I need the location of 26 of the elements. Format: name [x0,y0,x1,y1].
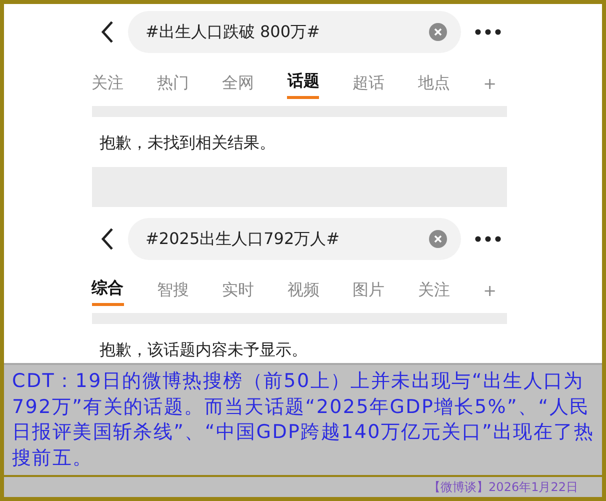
empty-message: 抱歉，未找到相关结果。 [98,132,276,154]
source-text: 【微博谈】2026年1月22日 [428,478,578,496]
empty-message: 抱歉，该话题内容未予显示。 [98,339,308,361]
more-icon[interactable] [474,236,500,242]
clear-icon[interactable] [428,23,446,41]
back-icon[interactable] [100,20,114,44]
tab[interactable]: 关注 [92,68,124,98]
tab[interactable]: 关注 [418,276,450,304]
tab[interactable]: 超话 [352,68,385,98]
tab[interactable]: 热门 [156,68,189,98]
more-icon[interactable] [474,29,500,35]
search-field[interactable]: #2025出生人口792万人# [128,218,460,260]
tab[interactable]: 地点 [418,68,450,98]
tab[interactable]: 图片 [352,276,385,304]
tab[interactable]: + [483,276,496,304]
tab[interactable]: 视频 [287,276,320,304]
search-field[interactable]: #出生人口跌破 800万# [128,11,460,53]
clear-icon[interactable] [428,230,446,248]
tab[interactable]: 实时 [222,276,254,304]
tab[interactable]: 智搜 [156,276,189,304]
caption-text: CDT：19日的微博热搜榜（前50上）上并未出现与“出生人口为792万”有关的话题。而当天话题“2025年GDP增长5%”、“人民日报评美国斩杀线”、“中国GDP跨越140万亿元关口”出现在了热搜前五。 [4,363,602,475]
tab[interactable]: 话题 [287,67,320,99]
back-icon[interactable] [100,227,114,251]
tab[interactable]: 综合 [92,274,124,306]
tab[interactable]: + [483,70,496,96]
tab[interactable]: 全网 [222,68,254,98]
